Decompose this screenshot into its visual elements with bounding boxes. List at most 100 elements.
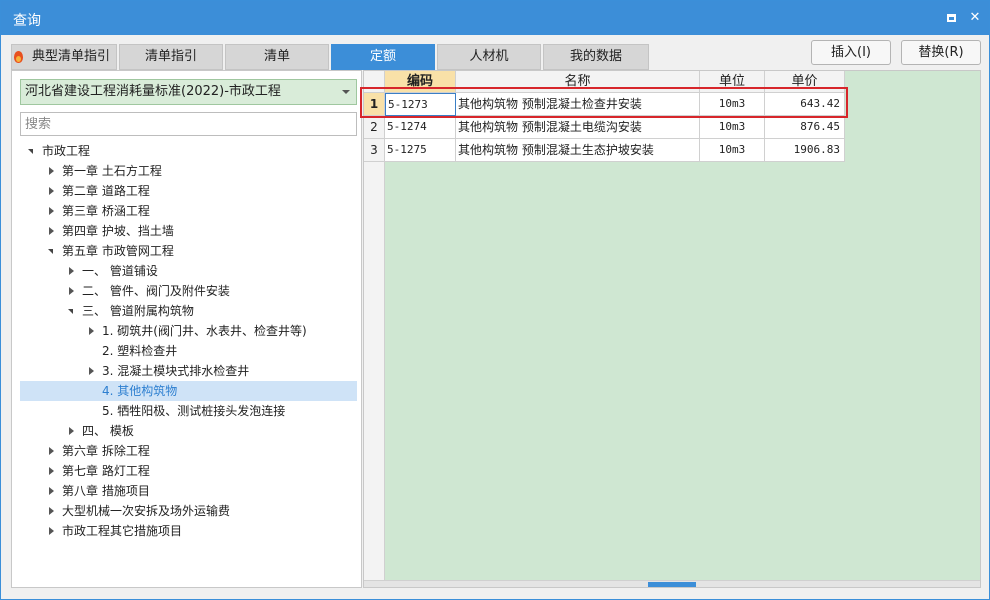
maximize-button[interactable] [941, 8, 961, 28]
title-bar: 查询 ✕ [1, 1, 989, 35]
collapse-arrow-icon[interactable] [66, 261, 78, 281]
tree-item[interactable]: 第五章 市政管网工程 [20, 241, 357, 261]
tree-item-label: 一、 管道铺设 [82, 264, 158, 278]
unit-cell[interactable]: 10m3 [700, 93, 765, 116]
window-title: 查询 [13, 13, 41, 29]
collapse-arrow-icon[interactable] [46, 521, 58, 541]
insert-button[interactable]: 插入(I) [811, 40, 891, 65]
collapse-arrow-icon[interactable] [86, 321, 98, 341]
tab-label: 典型清单指引 [31, 49, 110, 64]
tree-item-label: 第六章 拆除工程 [62, 444, 150, 458]
code-cell[interactable]: 5-1273 [385, 93, 456, 116]
tab-label: 清单 [263, 49, 290, 64]
tree-item[interactable]: 二、 管件、阀门及附件安装 [20, 281, 357, 301]
collapse-arrow-icon[interactable] [46, 481, 58, 501]
tab-bill-guide[interactable]: 清单指引 [119, 44, 223, 70]
tree-item-label: 市政工程其它措施项目 [62, 524, 183, 538]
row-number-column [364, 93, 385, 587]
tree-item-label: 第四章 护坡、挡土墙 [62, 224, 174, 238]
library-dropdown[interactable]: 河北省建设工程消耗量标准(2022)-市政工程 [20, 79, 357, 105]
collapse-arrow-icon[interactable] [66, 281, 78, 301]
chevron-down-icon [342, 90, 350, 94]
tree-item-label: 5. 牺牲阳极、测试桩接头发泡连接 [102, 404, 286, 418]
quota-grid: 编码 名称 单位 单价 1 5-1273 其他构筑物 预制混凝土检查井安装 10… [363, 70, 981, 588]
search-input[interactable] [21, 113, 356, 135]
tree-item-label: 四、 模板 [82, 424, 134, 438]
expand-arrow-icon[interactable] [66, 301, 78, 321]
tree-item[interactable]: 市政工程其它措施项目 [20, 521, 357, 541]
tree-item[interactable]: 三、 管道附属构筑物 [20, 301, 357, 321]
tab-label: 人材机 [469, 49, 509, 64]
collapse-arrow-icon[interactable] [46, 501, 58, 521]
row-number: 3 [364, 139, 385, 162]
tree-item-label: 第八章 措施项目 [62, 484, 150, 498]
name-cell[interactable]: 其他构筑物 预制混凝土电缆沟安装 [456, 116, 700, 139]
replace-button[interactable]: 替换(R) [901, 40, 981, 65]
search-field[interactable] [20, 112, 357, 136]
tree-item-label: 二、 管件、阀门及附件安装 [82, 284, 230, 298]
price-cell[interactable]: 643.42 [765, 93, 845, 116]
tree-item[interactable]: 市政工程 [20, 141, 357, 161]
tree-item-label: 2. 塑料检查井 [102, 344, 178, 358]
tab-bill[interactable]: 清单 [225, 44, 329, 70]
chapter-panel: 河北省建设工程消耗量标准(2022)-市政工程 市政工程第一章 土石方工程第二章… [11, 70, 362, 588]
collapse-arrow-icon[interactable] [46, 201, 58, 221]
expand-arrow-icon[interactable] [26, 141, 38, 161]
collapse-arrow-icon[interactable] [66, 421, 78, 441]
tab-labor-material-machine[interactable]: 人材机 [437, 44, 541, 70]
name-cell[interactable]: 其他构筑物 预制混凝土生态护坡安装 [456, 139, 700, 162]
collapse-arrow-icon[interactable] [46, 461, 58, 481]
maximize-icon [946, 14, 956, 22]
column-header-unit[interactable]: 单位 [700, 71, 765, 93]
tree-item-label: 市政工程 [42, 144, 91, 158]
unit-cell[interactable]: 10m3 [700, 116, 765, 139]
tab-quota[interactable]: 定额 [331, 44, 435, 70]
tab-typical-bill-guide[interactable]: 典型清单指引 [11, 44, 117, 70]
column-header-price[interactable]: 单价 [765, 71, 845, 93]
tree-item[interactable]: 5. 牺牲阳极、测试桩接头发泡连接 [20, 401, 357, 421]
tree-item-label: 三、 管道附属构筑物 [82, 304, 194, 318]
tree-item[interactable]: 第二章 道路工程 [20, 181, 357, 201]
scrollbar-grip[interactable] [648, 582, 696, 587]
tree-item[interactable]: 2. 塑料检查井 [20, 341, 357, 361]
tree-item[interactable]: 第四章 护坡、挡土墙 [20, 221, 357, 241]
price-cell[interactable]: 876.45 [765, 116, 845, 139]
tree-item[interactable]: 3. 混凝土模块式排水检查井 [20, 361, 357, 381]
collapse-arrow-icon[interactable] [86, 361, 98, 381]
close-icon: ✕ [969, 10, 981, 25]
code-cell[interactable]: 5-1275 [385, 139, 456, 162]
collapse-arrow-icon[interactable] [46, 441, 58, 461]
tree-item[interactable]: 第八章 措施项目 [20, 481, 357, 501]
tree-item[interactable]: 第六章 拆除工程 [20, 441, 357, 461]
collapse-arrow-icon[interactable] [46, 221, 58, 241]
tree-item[interactable]: 大型机械一次安拆及场外运输费 [20, 501, 357, 521]
tab-my-data[interactable]: 我的数据 [543, 44, 649, 70]
collapse-arrow-icon[interactable] [46, 181, 58, 201]
tree-item[interactable]: 一、 管道铺设 [20, 261, 357, 281]
tree-item-label: 大型机械一次安拆及场外运输费 [62, 504, 231, 518]
collapse-arrow-icon[interactable] [46, 161, 58, 181]
price-cell[interactable]: 1906.83 [765, 139, 845, 162]
tree-item[interactable]: 1. 砌筑井(阀门井、水表井、检查井等) [20, 321, 357, 341]
unit-cell[interactable]: 10m3 [700, 139, 765, 162]
tree-item-label: 第一章 土石方工程 [62, 164, 162, 178]
name-cell[interactable]: 其他构筑物 预制混凝土检查井安装 [456, 93, 700, 116]
code-cell[interactable]: 5-1274 [385, 116, 456, 139]
tab-label: 定额 [369, 49, 396, 64]
tree-item-label: 第七章 路灯工程 [62, 464, 150, 478]
column-header-code[interactable]: 编码 [385, 71, 456, 93]
tree-item-label: 1. 砌筑井(阀门井、水表井、检查井等) [102, 324, 307, 338]
close-button[interactable]: ✕ [965, 8, 985, 28]
tree-item[interactable]: 4. 其他构筑物 [20, 381, 357, 401]
tree-item[interactable]: 第一章 土石方工程 [20, 161, 357, 181]
tab-label: 清单指引 [144, 49, 197, 64]
horizontal-scrollbar[interactable] [364, 580, 980, 587]
tree-item[interactable]: 四、 模板 [20, 421, 357, 441]
row-number: 2 [364, 116, 385, 139]
column-header-name[interactable]: 名称 [456, 71, 700, 93]
expand-arrow-icon[interactable] [46, 241, 58, 261]
row-number: 1 [364, 93, 385, 116]
tree-item[interactable]: 第七章 路灯工程 [20, 461, 357, 481]
library-selected-value: 河北省建设工程消耗量标准(2022)-市政工程 [25, 84, 281, 99]
tree-item[interactable]: 第三章 桥涵工程 [20, 201, 357, 221]
